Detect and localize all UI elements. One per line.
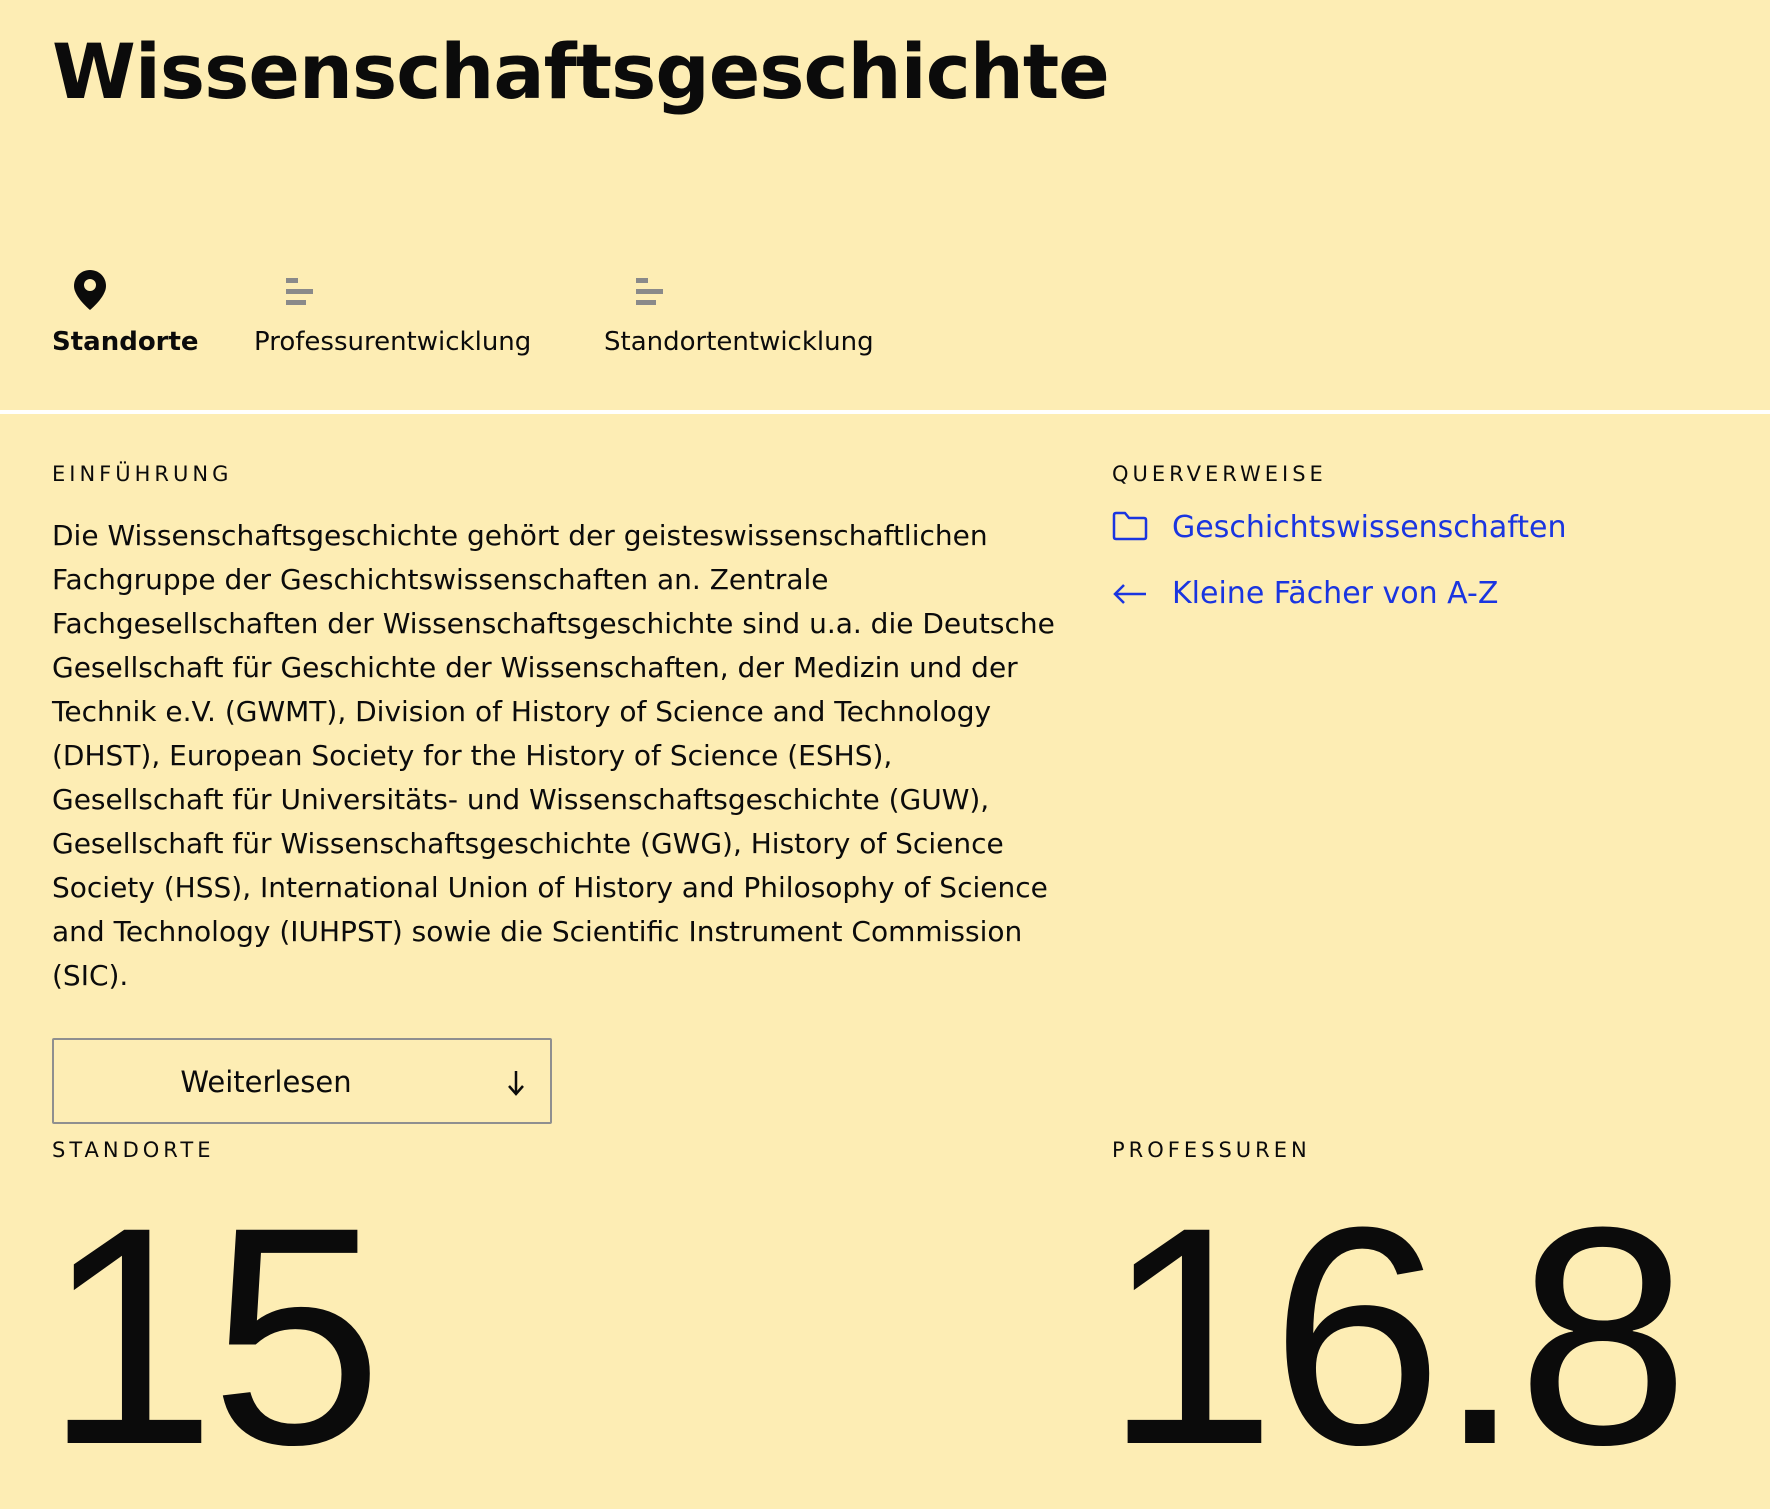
professorships-heading: PROFESSUREN	[1112, 1138, 1311, 1162]
xref-label-kleine-faecher: Kleine Fächer von A-Z	[1172, 576, 1499, 611]
read-more-button[interactable]: Weiterlesen	[52, 1038, 552, 1124]
tab-label-professurentwicklung: Professurentwicklung	[254, 327, 532, 357]
read-more-label: Weiterlesen	[180, 1065, 352, 1099]
intro-heading: EINFÜHRUNG	[52, 462, 233, 486]
professorships-count: 16.8	[1104, 1162, 1689, 1509]
divider	[0, 410, 1770, 414]
page-title: Wissenschaftsgeschichte	[52, 27, 1110, 116]
cross-references-heading: QUERVERWEISE	[1112, 462, 1327, 486]
intro-text: Die Wissenschaftsgeschichte gehört der g…	[52, 519, 1055, 992]
tab-label-standorte: Standorte	[52, 327, 199, 357]
bar-chart-icon	[286, 278, 313, 305]
arrow-down-icon	[508, 1071, 524, 1096]
bar-chart-icon	[636, 278, 663, 305]
locations-heading: STANDORTE	[52, 1138, 215, 1162]
xref-label-geschichtswissenschaften: Geschichtswissenschaften	[1172, 510, 1567, 545]
locations-count: 15	[44, 1162, 383, 1509]
folder-icon	[1112, 511, 1148, 541]
arrow-left-icon	[1113, 584, 1146, 604]
tab-label-standortentwicklung: Standortentwicklung	[604, 327, 874, 357]
map-pin-icon	[74, 270, 106, 310]
